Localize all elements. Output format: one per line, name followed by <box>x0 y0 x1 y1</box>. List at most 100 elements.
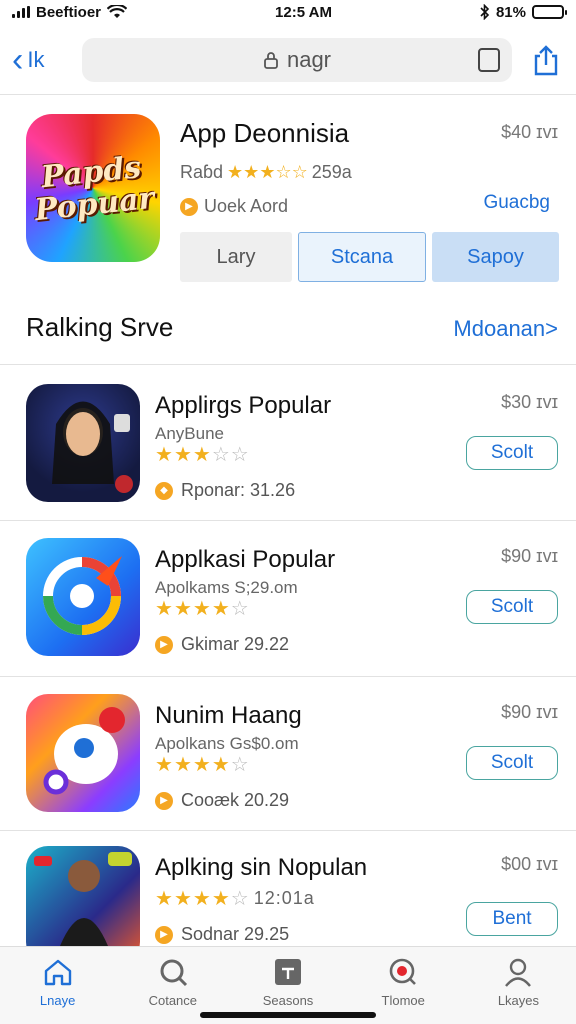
star-filled-icon: ★ <box>173 888 193 910</box>
star-filled-icon: ★ <box>211 754 231 776</box>
segment-button-1[interactable]: Lary <box>180 232 292 282</box>
star-filled-icon: ★ <box>192 444 212 466</box>
home-indicator <box>200 1012 376 1018</box>
app-stars: ★★★☆☆ <box>155 442 254 467</box>
featured-title: App Deonnisia <box>180 118 350 148</box>
app-name: Applirgs Popular <box>155 392 332 419</box>
search-icon <box>156 955 190 989</box>
segment-button-3[interactable]: Sapoy <box>432 232 559 282</box>
app-icon-art <box>52 401 133 493</box>
featured-badge-text: Uoek Aord <box>204 196 289 216</box>
bluetooth-icon <box>480 4 490 20</box>
app-icon-art <box>43 556 122 635</box>
person-icon <box>501 955 535 989</box>
star-filled-icon: ★ <box>192 754 212 776</box>
app-subtitle: AnyBune <box>155 424 224 443</box>
carrier-label: Beeftioer <box>36 3 102 21</box>
star-filled-icon: ★ <box>192 598 212 620</box>
play-badge-icon: ▶ <box>180 197 198 216</box>
tab-home[interactable]: Lnaye <box>0 947 115 1024</box>
back-chevron-icon: ‹ <box>12 41 24 79</box>
get-button[interactable]: Bent <box>466 902 558 936</box>
battery-icon <box>532 5 567 19</box>
get-button[interactable]: Scolt <box>466 436 558 470</box>
star-filled-icon: ★ <box>211 888 231 910</box>
app-name: Aplking sin Nopulan <box>155 854 368 881</box>
tab-label: Lkayes <box>497 993 540 1008</box>
star-empty-icon: ☆ <box>230 444 250 466</box>
app-stars: ★★★★☆ 12:01a <box>155 886 315 911</box>
app-icon <box>26 538 140 656</box>
get-button[interactable]: Scolt <box>466 590 558 624</box>
url-field[interactable]: nagr <box>82 38 512 82</box>
app-meta-text: Cooæk 20.29 <box>181 790 290 810</box>
star-filled-icon: ★ <box>243 162 260 182</box>
star-filled-icon: ★ <box>155 598 174 620</box>
tab-label: Seasons <box>262 993 314 1008</box>
section-see-all-link[interactable]: Mdoanan> <box>453 316 558 342</box>
star-empty-icon: ☆ <box>291 162 308 182</box>
browser-nav-bar: ‹ Ik nagr <box>0 30 576 90</box>
star-filled-icon: ★ <box>155 754 174 776</box>
star-filled-icon: ★ <box>173 598 193 620</box>
featured-app-icon[interactable]: Papds Popuar <box>26 114 160 262</box>
status-left: Beeftioer <box>12 3 128 21</box>
featured-icon-art: Papds Popuar <box>30 149 156 227</box>
list-item[interactable]: Applirgs Popular $30 ɪvɪ AnyBune ★★★☆☆ ◆… <box>0 384 576 534</box>
featured-rating-prefix: Raɓd <box>180 162 224 182</box>
get-button[interactable]: Scolt <box>466 746 558 780</box>
app-subtitle: Apolkams S;29.om <box>155 578 298 597</box>
star-empty-icon: ☆ <box>275 162 292 182</box>
tabs-icon[interactable] <box>478 48 500 72</box>
app-stars: ★★★★☆ <box>155 752 254 777</box>
play-badge-icon: ▶ <box>155 925 173 944</box>
star-filled-icon: ★ <box>173 754 193 776</box>
app-icon <box>26 384 140 502</box>
app-price: $90 ɪvɪ <box>501 702 558 722</box>
star-filled-icon: ★ <box>259 162 276 182</box>
back-button[interactable]: ‹ Ik <box>12 43 82 77</box>
featured-link[interactable]: Guacbg <box>483 192 550 214</box>
section-divider <box>0 364 576 365</box>
featured-rating: Raɓd ★★★☆☆ 259a <box>180 162 352 183</box>
star-filled-icon: ★ <box>192 888 212 910</box>
featured-price: $40 ɪvɪ <box>501 122 558 142</box>
segment-button-2[interactable]: Stcana <box>298 232 426 282</box>
status-time: 12:5 AM <box>275 3 332 21</box>
app-icon-art <box>43 707 125 795</box>
status-right: 81% <box>480 3 567 21</box>
share-button[interactable] <box>528 42 564 78</box>
row-divider <box>0 520 576 521</box>
star-empty-icon: ☆ <box>230 598 250 620</box>
badge-icon: ◆ <box>155 481 173 500</box>
star-filled-icon: ★ <box>227 162 244 182</box>
app-price: $30 ɪvɪ <box>501 392 558 412</box>
tab-label: Tlomoe <box>381 993 425 1008</box>
app-meta-text: Gkimar 29.22 <box>181 634 290 654</box>
star-filled-icon: ★ <box>155 888 174 910</box>
list-item[interactable]: Applkasi Popular $90 ɪvɪ Apolkams S;29.o… <box>0 538 576 688</box>
play-badge-icon: ▶ <box>155 791 173 810</box>
list-item[interactable]: Nunim Haang $90 ɪvɪ Apolkans Gs$0.om ★★★… <box>0 694 576 844</box>
signal-icon <box>12 6 30 18</box>
star-rating: ★★★★☆ <box>155 886 250 911</box>
app-price: $00 ɪvɪ <box>501 854 558 874</box>
app-icon-art <box>34 852 132 946</box>
share-icon <box>534 45 558 76</box>
back-label: Ik <box>27 47 45 72</box>
chat-icon <box>386 955 420 989</box>
app-meta: ◆ Rponar: 31.26 <box>155 480 295 501</box>
app-price: $90 ɪvɪ <box>501 546 558 566</box>
app-meta-text: Rponar: 31.26 <box>181 480 296 500</box>
app-meta: ▶ Cooæk 20.29 <box>155 790 289 811</box>
featured-app: Papds Popuar App Deonnisia $40 ɪvɪ Raɓd … <box>0 100 576 295</box>
status-bar: Beeftioer 12:5 AM 81% <box>0 0 576 24</box>
star-filled-icon: ★ <box>173 444 193 466</box>
tab-profile[interactable]: Lkayes <box>461 947 576 1024</box>
app-meta: ▶ Sodnar 29.25 <box>155 924 289 945</box>
star-rating: ★★★★☆ <box>155 752 250 777</box>
section-title: Ralking Srve <box>26 312 174 342</box>
battery-percent: 81% <box>495 3 526 21</box>
app-stars-text: 12:01a <box>253 888 315 908</box>
app-meta-text: Sodnar 29.25 <box>181 924 290 944</box>
